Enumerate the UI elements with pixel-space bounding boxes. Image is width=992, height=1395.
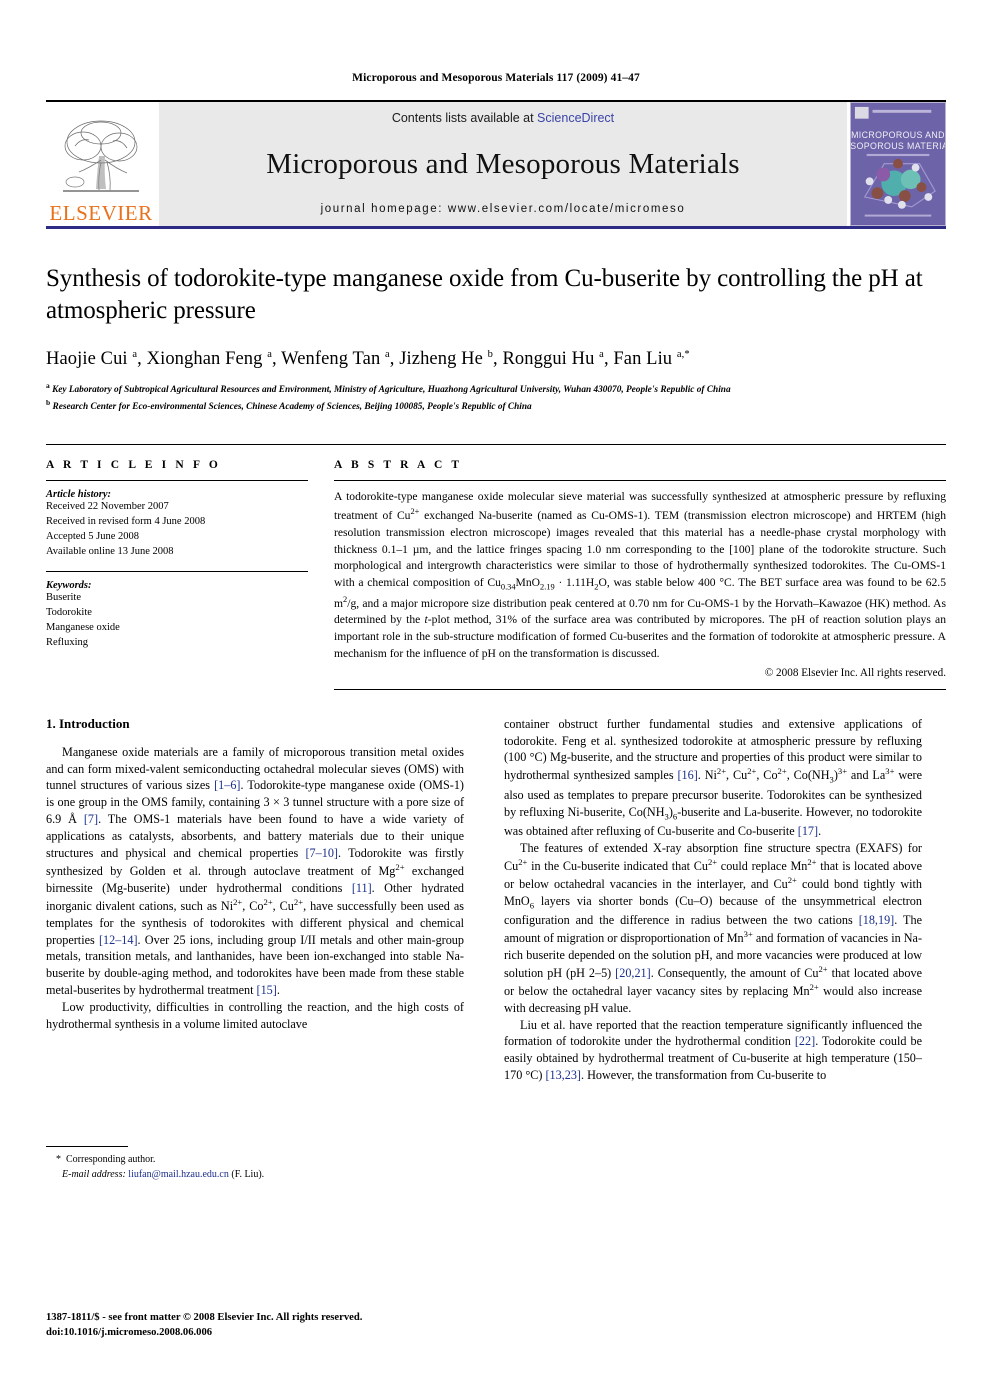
history-item: Received in revised form 4 June 2008: [46, 516, 206, 528]
keyword-item: Refluxing: [46, 636, 88, 648]
journal-homepage[interactable]: journal homepage: www.elsevier.com/locat…: [321, 203, 686, 215]
email-line: E-mail address: liufan@mail.hzau.edu.cn …: [46, 1167, 464, 1182]
svg-text:MESOPOROUS MATERIALS: MESOPOROUS MATERIALS: [851, 141, 945, 151]
article-info-rule: [46, 480, 308, 482]
email-link[interactable]: liufan@mail.hzau.edu.cn: [128, 1169, 229, 1180]
masthead-bottom-rule: [46, 226, 946, 229]
intro-paragraph: The features of extended X-ray absorptio…: [504, 840, 923, 1015]
elsevier-logo: ELSEVIER: [46, 102, 156, 226]
affiliation-a: a Key Laboratory of Subtropical Agricult…: [46, 381, 731, 396]
svg-text:MICROPOROUS AND: MICROPOROUS AND: [851, 130, 945, 140]
article-info-heading: A R T I C L E I N F O: [46, 459, 221, 472]
author-list: Haojie Cui a, Xionghan Feng a, Wenfeng T…: [46, 349, 690, 370]
info-abstract-block: A R T I C L E I N F O Article history: R…: [46, 444, 946, 690]
keyword-item: Buserite: [46, 591, 81, 603]
paper-page: Microporous and Mesoporous Materials 117…: [0, 72, 992, 1395]
intro-paragraph: Manganese oxide materials are a family o…: [46, 744, 464, 998]
abstract-column: A B S T R A C T A todorokite-type mangan…: [334, 459, 946, 690]
doi-line: doi:10.1016/j.micromeso.2008.06.006: [46, 1327, 213, 1339]
intro-paragraph: Low productivity, difficulties in contro…: [46, 1000, 464, 1032]
affiliation-b-text: Research Center for Eco-environmental Sc…: [52, 401, 532, 412]
keywords-label: Keywords:: [46, 579, 92, 591]
body-column-right: container obstruct further fundamental s…: [504, 716, 922, 1084]
elsevier-wordmark: ELSEVIER: [49, 201, 153, 225]
history-item: Available online 13 June 2008: [46, 546, 174, 557]
imprint-block: 1387-1811/$ - see front matter © 2008 El…: [46, 1310, 362, 1341]
section-heading-introduction: 1. Introduction: [46, 715, 130, 731]
footnote-block: * Corresponding author. E-mail address: l…: [46, 1145, 464, 1182]
email-label: E-mail address:: [62, 1168, 126, 1180]
title-block: Synthesis of todorokite-type manganese o…: [46, 263, 946, 414]
masthead-center: Contents lists available at ScienceDirec…: [156, 102, 850, 226]
running-head: Microporous and Mesoporous Materials 117…: [352, 72, 640, 84]
abstract-heading: A B S T R A C T: [334, 459, 463, 472]
email-suffix: (F. Liu).: [231, 1168, 265, 1180]
keywords-rule: [46, 570, 308, 572]
article-history-list: Received 22 November 2007 Received in re…: [46, 500, 308, 560]
keyword-item: Todorokite: [46, 606, 92, 618]
abstract-rule: [334, 480, 946, 482]
journal-masthead: ELSEVIER Contents lists available at Sci…: [46, 100, 946, 226]
journal-title: Microporous and Mesoporous Materials: [266, 147, 740, 180]
intro-paragraph: container obstruct further fundamental s…: [504, 716, 923, 838]
keywords-list: Buserite Todorokite Manganese oxide Refl…: [46, 591, 308, 651]
affiliation-a-text: Key Laboratory of Subtropical Agricultur…: [52, 385, 731, 396]
corresponding-author-text: Corresponding author.: [66, 1153, 156, 1165]
body-columns: 1. Introduction Manganese oxide material…: [46, 715, 946, 1180]
affiliation-b: b Research Center for Eco-environmental …: [46, 397, 532, 412]
footnote-rule: [46, 1145, 128, 1147]
article-history-label: Article history:: [46, 489, 112, 501]
contents-prefix: Contents lists available at: [391, 111, 538, 125]
page-title: Synthesis of todorokite-type manganese o…: [46, 265, 923, 324]
intro-paragraph: Liu et al. have reported that the reacti…: [504, 1017, 922, 1083]
corresponding-author-line: * Corresponding author.: [46, 1152, 464, 1167]
abstract-text: A todorokite-type manganese oxide molecu…: [334, 490, 946, 660]
contents-available-line: Contents lists available at ScienceDirec…: [392, 111, 614, 125]
elsevier-tree-icon: [63, 120, 139, 192]
copyright-line: © 2008 Elsevier Inc. All rights reserved…: [764, 666, 946, 679]
history-item: Accepted 5 June 2008: [46, 531, 140, 543]
issn-line: 1387-1811/$ - see front matter © 2008 El…: [46, 1312, 363, 1323]
body-column-left: 1. Introduction Manganese oxide material…: [46, 715, 464, 1180]
keyword-item: Manganese oxide: [46, 621, 120, 633]
sciencedirect-link[interactable]: ScienceDirect: [537, 111, 614, 125]
affiliations: a Key Laboratory of Subtropical Agricult…: [46, 381, 946, 414]
journal-cover-thumbnail: MICROPOROUS AND MESOPOROUS MATERIALS: [850, 102, 946, 226]
footnote-star: *: [56, 1153, 61, 1165]
history-item: Received 22 November 2007: [46, 501, 169, 513]
cover-artwork: MICROPOROUS AND MESOPOROUS MATERIALS: [851, 103, 945, 225]
article-info-column: A R T I C L E I N F O Article history: R…: [46, 459, 308, 689]
abstract-bottom-rule: [334, 688, 946, 690]
